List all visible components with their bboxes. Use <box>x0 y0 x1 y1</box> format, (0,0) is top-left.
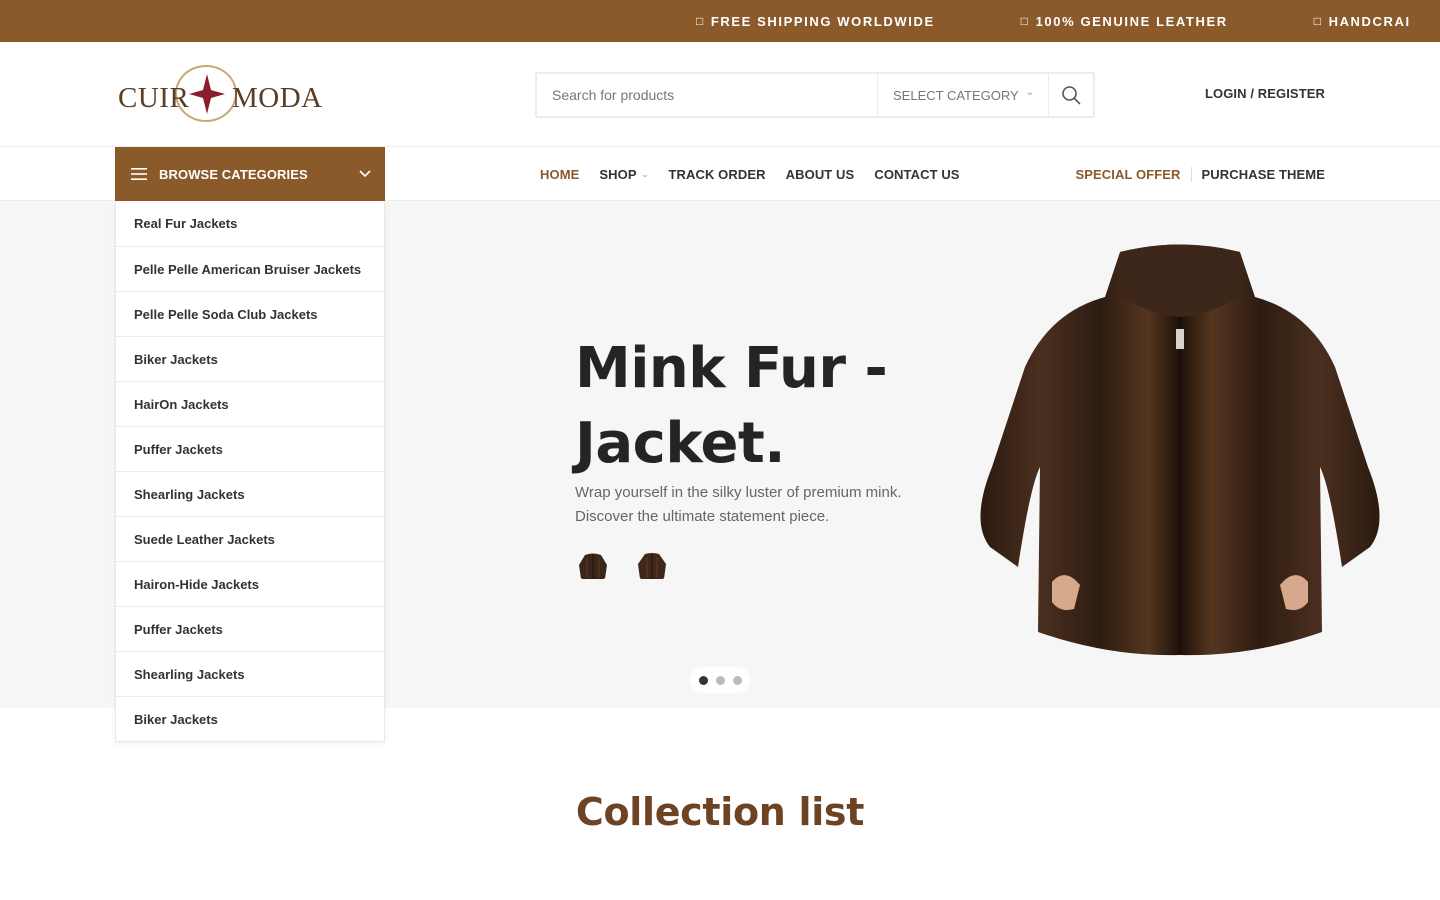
hamburger-icon <box>131 168 147 180</box>
nav-special-offer[interactable]: SPECIAL OFFER <box>1075 166 1192 182</box>
announcement-item-handcrafted: □ HANDCRAI <box>1314 14 1411 29</box>
chevron-down-icon <box>359 170 371 178</box>
announcement-text: FREE SHIPPING WORLDWIDE <box>710 13 935 29</box>
login-register-link[interactable]: LOGIN / REGISTER <box>1205 86 1325 101</box>
mink-fur-jacket-image <box>980 244 1380 656</box>
announcement-track: □ FREE SHIPPING WORLDWIDE □ 100% GENUINE… <box>696 0 1440 42</box>
shield-icon: □ <box>1020 14 1030 28</box>
category-item[interactable]: HairOn Jackets <box>116 381 384 426</box>
category-item[interactable]: Pelle Pelle Soda Club Jackets <box>116 291 384 336</box>
primary-menu: HOME SHOP ⌄ TRACK ORDER ABOUT US CONTACT… <box>540 147 980 201</box>
category-item[interactable]: Biker Jackets <box>116 696 384 741</box>
truck-icon: □ <box>696 14 705 28</box>
nav-track-order[interactable]: TRACK ORDER <box>668 167 765 182</box>
site-logo[interactable]: CUIR MODA <box>117 64 322 126</box>
category-item[interactable]: Puffer Jackets <box>116 426 384 471</box>
browse-categories-label: BROWSE CATEGORIES <box>159 166 308 182</box>
hand-icon: □ <box>1313 14 1323 28</box>
collection-list-heading: Collection list <box>575 790 865 834</box>
nav-contact-us[interactable]: CONTACT US <box>874 167 959 182</box>
slider-dot[interactable] <box>698 675 708 685</box>
category-item[interactable]: Shearling Jackets <box>116 471 384 516</box>
hero-thumbnails <box>576 549 694 583</box>
slider-pagination <box>690 667 750 693</box>
chevron-down-icon: ⌄ <box>1025 87 1034 98</box>
category-item[interactable]: Pelle Pelle American Bruiser Jackets <box>116 246 384 291</box>
slider-dot[interactable] <box>732 675 742 685</box>
site-header: CUIR MODA SELECT CATEGORY ⌄ LOGIN / REGI… <box>0 42 1440 147</box>
jacket-thumbnail[interactable] <box>635 549 669 583</box>
logo-word-right: MODA <box>232 82 323 114</box>
slider-dot[interactable] <box>715 675 725 685</box>
hero-subtitle: Wrap yourself in the silky luster of pre… <box>575 484 902 525</box>
category-item[interactable]: Suede Leather Jackets <box>116 516 384 561</box>
search-input[interactable] <box>537 74 877 116</box>
announcement-bar: □ FREE SHIPPING WORLDWIDE □ 100% GENUINE… <box>0 0 1440 42</box>
browse-categories-button[interactable]: BROWSE CATEGORIES <box>115 147 385 201</box>
category-list: Real Fur Jackets Pelle Pelle American Br… <box>115 201 385 742</box>
announcement-item-leather: □ 100% GENUINE LEATHER <box>1021 14 1228 29</box>
category-item[interactable]: Shearling Jackets <box>116 651 384 696</box>
jacket-thumbnail[interactable] <box>576 549 610 583</box>
star-emblem-icon <box>189 74 225 114</box>
search-bar: SELECT CATEGORY ⌄ <box>535 72 1095 118</box>
chevron-down-icon: ⌄ <box>641 169 649 179</box>
category-item[interactable]: Biker Jackets <box>116 336 384 381</box>
announcement-item-shipping: □ FREE SHIPPING WORLDWIDE <box>696 14 935 29</box>
category-select[interactable]: SELECT CATEGORY ⌄ <box>877 74 1048 116</box>
nav-shop-label: SHOP <box>599 166 637 182</box>
nav-purchase-theme[interactable]: PURCHASE THEME <box>1192 167 1325 182</box>
logo-word-left: CUIR <box>118 82 190 114</box>
nav-home[interactable]: HOME <box>540 167 579 182</box>
category-item[interactable]: Real Fur Jackets <box>116 201 384 246</box>
hero-title: Mink Fur - Jacket. <box>575 336 888 476</box>
nav-about-us[interactable]: ABOUT US <box>786 167 855 182</box>
announcement-text: HANDCRAI <box>1328 13 1411 29</box>
announcement-text: 100% GENUINE LEATHER <box>1035 13 1228 29</box>
main-navigation-row: BROWSE CATEGORIES HOME SHOP ⌄ TRACK ORDE… <box>0 147 1440 201</box>
search-button[interactable] <box>1048 74 1093 116</box>
search-icon <box>1062 86 1081 105</box>
category-select-label: SELECT CATEGORY <box>893 87 1019 103</box>
secondary-menu: SPECIAL OFFER PURCHASE THEME <box>1075 147 1325 201</box>
nav-shop[interactable]: SHOP ⌄ <box>599 167 648 182</box>
category-item[interactable]: Puffer Jackets <box>116 606 384 651</box>
category-item[interactable]: Hairon-Hide Jackets <box>116 561 384 606</box>
